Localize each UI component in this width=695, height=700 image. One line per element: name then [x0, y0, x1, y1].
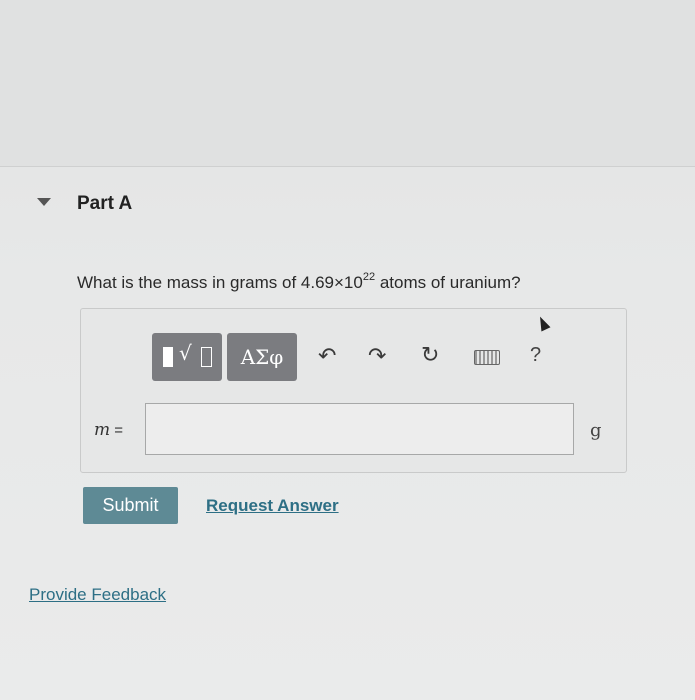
- keyboard-icon[interactable]: [474, 350, 500, 365]
- square-root-icon: √: [179, 341, 192, 365]
- top-area: [0, 0, 695, 166]
- question-exponent: 22: [362, 271, 376, 283]
- redo-icon[interactable]: ↷: [368, 345, 386, 367]
- equals-sign: =: [110, 422, 124, 439]
- part-title: Part A: [77, 193, 133, 214]
- variable-label: m =: [94, 420, 123, 440]
- help-button[interactable]: ?: [530, 344, 541, 367]
- undo-icon[interactable]: ↶: [318, 345, 336, 367]
- greek-symbols-button[interactable]: ΑΣφ: [227, 333, 297, 381]
- submit-button[interactable]: Submit: [83, 487, 178, 524]
- box-icon: [201, 347, 212, 367]
- section-divider: [0, 166, 695, 167]
- templates-button[interactable]: √: [152, 333, 222, 381]
- request-answer-link[interactable]: Request Answer: [206, 496, 339, 516]
- variable-name: m: [94, 420, 111, 440]
- answer-input[interactable]: [145, 403, 574, 455]
- collapse-caret-icon[interactable]: [37, 198, 51, 206]
- provide-feedback-link[interactable]: Provide Feedback: [29, 585, 166, 605]
- unit-label: g: [590, 420, 602, 441]
- question-prefix: What is the mass in grams of 4.69×10: [77, 273, 363, 292]
- reset-icon[interactable]: ↻: [421, 344, 439, 366]
- question-text: What is the mass in grams of 4.69×1022 a…: [77, 271, 521, 293]
- block-icon: [163, 347, 173, 367]
- question-suffix: atoms of uranium?: [375, 273, 521, 292]
